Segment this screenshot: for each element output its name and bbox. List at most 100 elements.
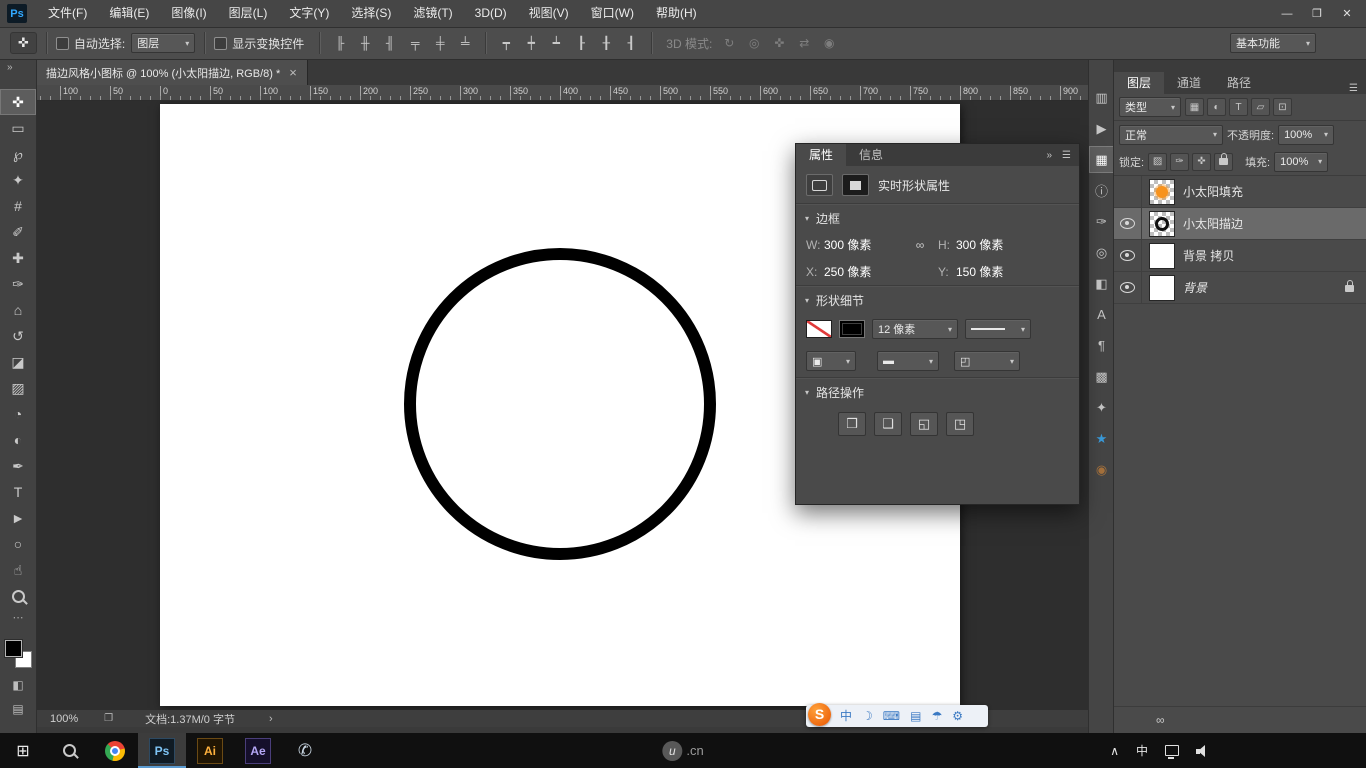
- ime-keyboard-icon[interactable]: ⌨: [883, 705, 900, 727]
- menu-item-2[interactable]: 图像(I): [160, 0, 217, 27]
- active-tool-indicator[interactable]: ✜: [10, 32, 37, 54]
- subtract-front-shape-button[interactable]: ❑: [874, 412, 902, 436]
- blend-mode-dropdown[interactable]: 正常: [1119, 125, 1223, 145]
- 3d-rotate-icon[interactable]: ↻: [718, 33, 740, 53]
- kuler-panel-icon[interactable]: ◉: [1089, 456, 1114, 483]
- layer-visibility-toggle[interactable]: [1114, 240, 1142, 271]
- taskbar-phone-app[interactable]: ✆: [282, 733, 328, 768]
- collapse-tools-button[interactable]: »: [0, 60, 36, 76]
- width-value[interactable]: 300 像素: [824, 236, 902, 253]
- menu-item-5[interactable]: 选择(S): [340, 0, 402, 27]
- 3d-pan-icon[interactable]: ✜: [768, 33, 790, 53]
- filter-shape-layers-button[interactable]: ▱: [1251, 98, 1270, 116]
- layers-tab-1[interactable]: 通道: [1164, 72, 1214, 94]
- tool-lasso[interactable]: ℘: [0, 141, 36, 167]
- tool-move[interactable]: ✜: [0, 89, 36, 115]
- taskbar-illustrator[interactable]: Ai: [186, 733, 234, 768]
- align-bottom-edges-icon[interactable]: ╧: [454, 33, 476, 53]
- align-horizontal-centers-icon[interactable]: ╫: [354, 33, 376, 53]
- menu-item-10[interactable]: 帮助(H): [645, 0, 708, 27]
- properties-panel-icon[interactable]: ▦: [1089, 146, 1114, 173]
- layer-row-2[interactable]: 背景 拷贝: [1114, 240, 1366, 272]
- hidden-icons-chevron[interactable]: ∧: [1110, 744, 1119, 758]
- tool-rectangular-marquee[interactable]: ▭: [0, 115, 36, 141]
- volume-icon[interactable]: [1196, 745, 1210, 757]
- info-panel-icon[interactable]: ⓘ: [1089, 177, 1114, 204]
- zoom-level-field[interactable]: 100%: [50, 713, 78, 725]
- 3d-roll-icon[interactable]: ◎: [743, 33, 765, 53]
- tool-crop[interactable]: #: [0, 193, 36, 219]
- menu-item-0[interactable]: 文件(F): [37, 0, 98, 27]
- tool-eraser[interactable]: ◪: [0, 349, 36, 375]
- tool-quick-selection[interactable]: ✦: [0, 167, 36, 193]
- tool-path-selection[interactable]: ►: [0, 505, 36, 531]
- swatches-panel-icon[interactable]: ▩: [1089, 363, 1114, 390]
- network-icon[interactable]: [1165, 745, 1179, 756]
- distribute-left-edges-icon[interactable]: ┠: [570, 33, 592, 53]
- x-value[interactable]: 250 像素: [824, 263, 902, 280]
- exclude-overlapping-shapes-button[interactable]: ◳: [946, 412, 974, 436]
- layer-row-0[interactable]: 小太阳填充: [1114, 176, 1366, 208]
- tool-blur[interactable]: ◔: [0, 401, 36, 427]
- clone-source-panel-icon[interactable]: ◎: [1089, 239, 1114, 266]
- tool-ellipse[interactable]: ○: [0, 531, 36, 557]
- layers-tab-2[interactable]: 路径: [1214, 72, 1264, 94]
- sogou-logo-icon[interactable]: S: [808, 703, 831, 726]
- quick-mask-button[interactable]: ◧: [0, 674, 36, 696]
- paragraph-panel-icon[interactable]: ¶: [1089, 332, 1114, 359]
- align-left-edges-icon[interactable]: ╟: [329, 33, 351, 53]
- ime-toolbox-icon[interactable]: ⚙: [952, 705, 963, 727]
- taskbar-chrome[interactable]: [92, 733, 138, 768]
- ime-indicator[interactable]: 中: [1136, 742, 1148, 759]
- 3d-slide-icon[interactable]: ⇄: [793, 33, 815, 53]
- document-tab[interactable]: 描边风格小图标 @ 100% (小太阳描边, RGB/8) * ×: [36, 60, 308, 85]
- stroke-width-dropdown[interactable]: 12 像素: [872, 319, 958, 339]
- ime-skin-icon[interactable]: ☂: [931, 705, 942, 727]
- panel-menu-icon[interactable]: ☰: [1062, 150, 1071, 161]
- path-operations-section-header[interactable]: ▾ 路径操作: [796, 378, 1079, 405]
- menu-item-7[interactable]: 3D(D): [464, 0, 518, 27]
- taskbar-after-effects[interactable]: Ae: [234, 733, 282, 768]
- lock-image-pixels-button[interactable]: ✑: [1170, 153, 1189, 171]
- stroke-color-swatch[interactable]: [839, 320, 865, 338]
- filter-adjustment-layers-button[interactable]: ◐: [1207, 98, 1226, 116]
- screen-mode-button[interactable]: ▤: [0, 698, 36, 720]
- character-panel-icon[interactable]: A: [1089, 301, 1114, 328]
- menu-item-1[interactable]: 编辑(E): [98, 0, 160, 27]
- tool-type[interactable]: T: [0, 479, 36, 505]
- menu-item-6[interactable]: 滤镜(T): [402, 0, 463, 27]
- menu-item-8[interactable]: 视图(V): [518, 0, 580, 27]
- height-value[interactable]: 300 像素: [956, 236, 1034, 253]
- live-shape-icon[interactable]: [806, 174, 833, 196]
- styles-panel-icon[interactable]: ✦: [1089, 394, 1114, 421]
- workspace-switcher-button[interactable]: 基本功能: [1230, 33, 1316, 53]
- window-close-button[interactable]: ✕: [1332, 1, 1362, 27]
- collapse-panel-icon[interactable]: »: [1046, 150, 1052, 161]
- tool-zoom[interactable]: [0, 583, 36, 609]
- link-dimensions-icon[interactable]: ∞: [902, 238, 938, 252]
- menu-item-3[interactable]: 图层(L): [218, 0, 279, 27]
- tool-hand[interactable]: ☝: [0, 557, 36, 583]
- tool-eyedropper[interactable]: ✐: [0, 219, 36, 245]
- tool-dodge[interactable]: ◐: [0, 427, 36, 453]
- histogram-panel-icon[interactable]: ▥: [1089, 84, 1114, 111]
- status-options-chevron[interactable]: ›: [269, 713, 273, 725]
- filter-pixel-layers-button[interactable]: ▦: [1185, 98, 1204, 116]
- filter-smart-objects-button[interactable]: ⊡: [1273, 98, 1292, 116]
- tool-brush[interactable]: ✑: [0, 271, 36, 297]
- opacity-dropdown[interactable]: 100%: [1278, 125, 1334, 145]
- layer-visibility-toggle[interactable]: [1114, 208, 1142, 239]
- lock-position-button[interactable]: ✜: [1192, 153, 1211, 171]
- distribute-bottom-edges-icon[interactable]: ┷: [545, 33, 567, 53]
- ime-halfmoon-icon[interactable]: ☽: [862, 705, 873, 727]
- tool-pen[interactable]: ✒: [0, 453, 36, 479]
- more-tools-icon[interactable]: ⋯: [0, 609, 36, 625]
- taskbar-photoshop[interactable]: Ps: [138, 733, 186, 768]
- layers-tab-0[interactable]: 图层: [1114, 72, 1164, 94]
- stroke-caps-dropdown[interactable]: ▬: [877, 351, 939, 371]
- link-layers-icon[interactable]: ∞: [1156, 713, 1165, 727]
- auto-select-target-dropdown[interactable]: 图层: [131, 33, 195, 53]
- ime-clipboard-icon[interactable]: ▤: [910, 705, 921, 727]
- properties-tab-1[interactable]: 信息: [846, 144, 896, 166]
- menu-item-9[interactable]: 窗口(W): [580, 0, 645, 27]
